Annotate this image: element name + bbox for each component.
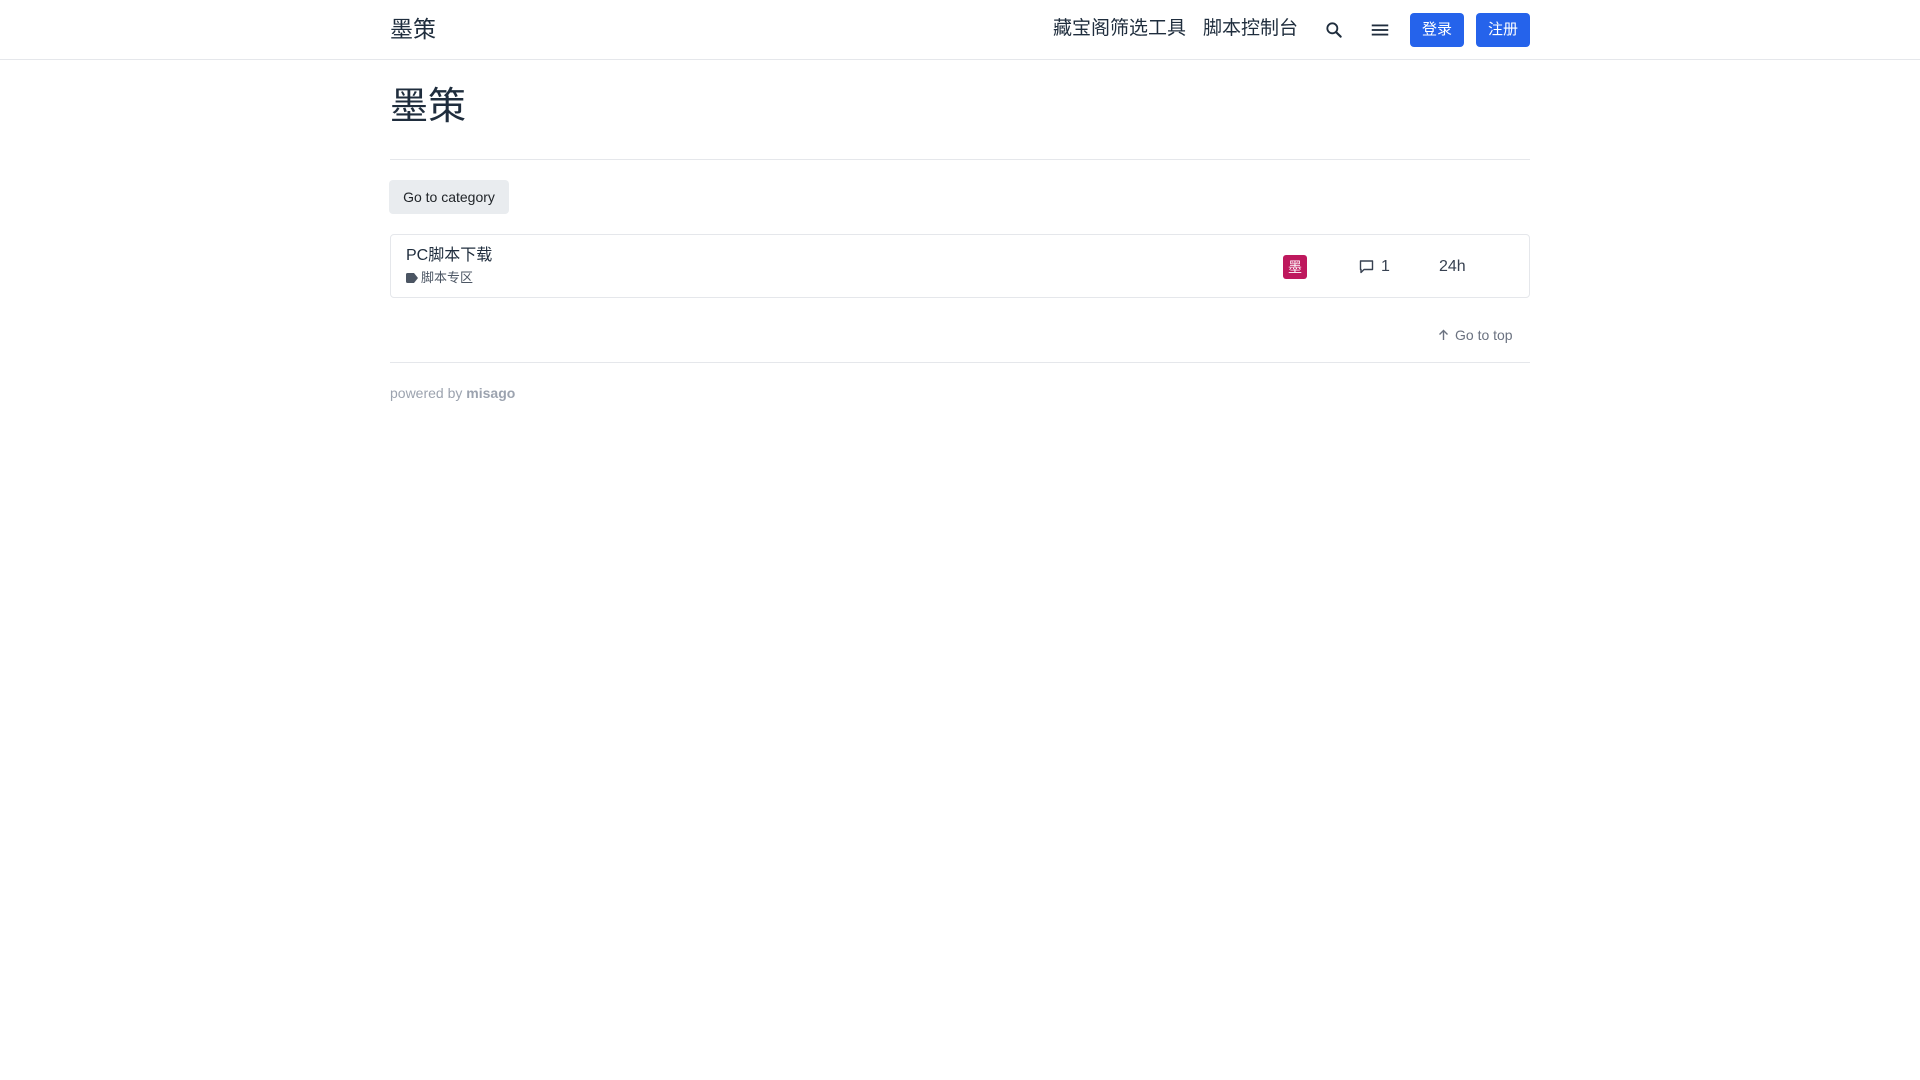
- login-button[interactable]: 登录: [1410, 13, 1464, 47]
- replies-count-value: 1: [1381, 258, 1390, 275]
- go-to-category-button[interactable]: Go to category: [389, 180, 509, 214]
- replies-count: 1: [1359, 255, 1390, 279]
- last-activity-time[interactable]: 24h: [1439, 255, 1466, 279]
- nav-link-treasure-filter[interactable]: 藏宝阁筛选工具: [1053, 14, 1186, 44]
- title-divider: [390, 159, 1530, 160]
- arrow-up-icon: [1439, 329, 1448, 340]
- go-to-top-label: Go to top: [1455, 327, 1513, 343]
- page-title: 墨策: [390, 86, 467, 128]
- search-button[interactable]: [1318, 14, 1350, 46]
- search-icon: [1326, 22, 1342, 38]
- footer: powered by misago: [390, 383, 515, 403]
- menu-button[interactable]: [1364, 14, 1396, 46]
- nav-link-script-console[interactable]: 脚本控制台: [1203, 14, 1298, 44]
- go-to-top-link[interactable]: Go to top: [1438, 325, 1513, 345]
- powered-by-text: powered by: [390, 385, 463, 401]
- thread-category-link[interactable]: 脚本专区: [406, 269, 473, 287]
- tag-icon: [406, 273, 418, 283]
- register-button[interactable]: 注册: [1476, 13, 1530, 47]
- avatar[interactable]: 墨: [1283, 255, 1307, 279]
- navbar: 墨策 藏宝阁筛选工具 脚本控制台 登录 注册: [0, 0, 1920, 60]
- thread-title-link[interactable]: PC脚本下载: [406, 245, 492, 267]
- misago-link[interactable]: misago: [466, 385, 515, 401]
- thread-list: PC脚本下载 脚本专区 墨 1 24h: [390, 234, 1530, 298]
- thread-category-label: 脚本专区: [421, 270, 474, 285]
- site-brand[interactable]: 墨策: [390, 14, 436, 44]
- footer-divider: [390, 362, 1530, 363]
- menu-icon: [1371, 24, 1389, 36]
- comment-icon: [1359, 260, 1374, 274]
